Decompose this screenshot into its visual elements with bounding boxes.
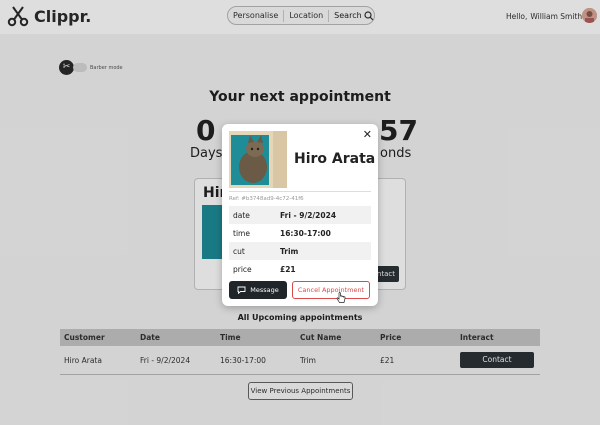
appointment-modal: ✕ Hiro Arata Ref: #b3748ad9-4c72-41f6 da… (222, 124, 378, 306)
customer-photo-image (229, 131, 287, 188)
detail-row-time: time 16:30-17:00 (229, 224, 371, 242)
detail-row-date: date Fri - 9/2/2024 (229, 206, 371, 224)
message-button[interactable]: Message (229, 281, 287, 299)
divider (229, 191, 371, 192)
detail-value: Fri - 9/2/2024 (280, 210, 337, 220)
appointment-ref: Ref: #b3748ad9-4c72-41f6 (229, 196, 304, 202)
detail-row-cut: cut Trim (229, 242, 371, 260)
detail-key: cut (233, 246, 245, 256)
detail-value: Trim (280, 246, 299, 256)
detail-key: time (233, 228, 250, 238)
message-icon (237, 286, 246, 294)
modal-customer-name: Hiro Arata (294, 151, 376, 167)
detail-value: £21 (280, 264, 296, 274)
cancel-appointment-button[interactable]: Cancel Appointment (292, 281, 370, 299)
detail-row-price: price £21 (229, 260, 371, 278)
message-label: Message (250, 286, 279, 294)
appointment-details: date Fri - 9/2/2024 time 16:30-17:00 cut… (229, 206, 371, 278)
detail-key: date (233, 210, 250, 220)
hand-cursor-icon (336, 292, 346, 303)
detail-value: 16:30-17:00 (280, 228, 331, 238)
customer-photo (229, 131, 287, 188)
close-icon[interactable]: ✕ (363, 128, 372, 141)
detail-key: price (233, 264, 252, 274)
